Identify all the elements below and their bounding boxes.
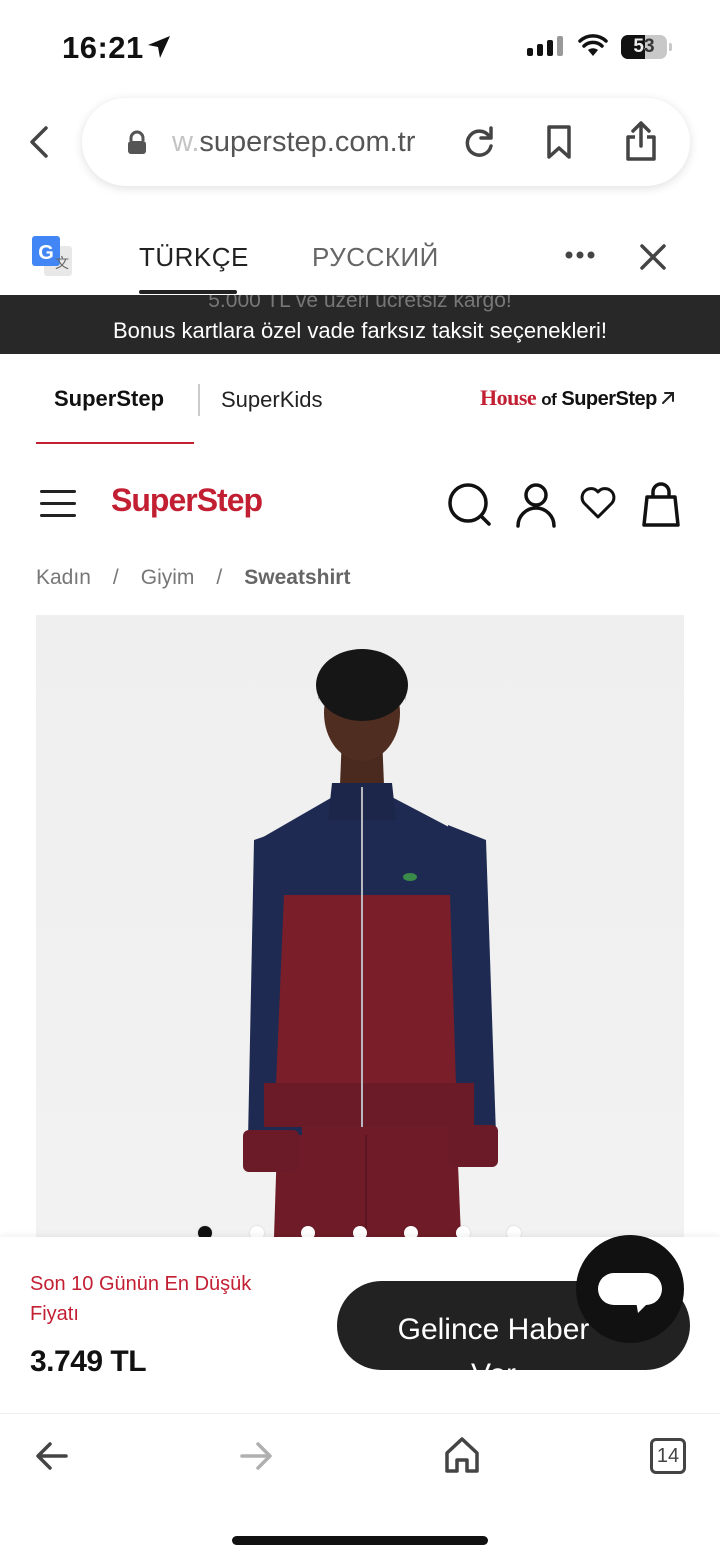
svg-text:文: 文 — [55, 256, 69, 272]
account-icon[interactable] — [516, 482, 556, 528]
wishlist-heart-icon[interactable] — [580, 486, 616, 520]
home-icon[interactable] — [444, 1436, 480, 1474]
tab-switcher-button[interactable]: 14 — [650, 1438, 686, 1474]
reload-icon[interactable] — [462, 124, 496, 160]
brand-divider — [198, 384, 200, 416]
address-bar[interactable]: w.superstep.com.tr — [82, 98, 690, 186]
browser-toolbar: 14 — [0, 1413, 720, 1558]
superstep-logo[interactable]: SuperStep — [111, 482, 263, 519]
wifi-icon — [578, 34, 608, 56]
house-of-superstep-link[interactable]: House of SuperStep — [480, 385, 657, 411]
shopping-bag-icon[interactable] — [641, 482, 681, 528]
site-header: SuperStep — [0, 470, 720, 540]
tab-turkish[interactable]: TÜRKÇE — [139, 242, 249, 273]
back-chevron-icon[interactable] — [24, 122, 56, 162]
active-language-indicator — [139, 290, 237, 294]
status-bar: 16:21 53 — [0, 0, 720, 92]
translate-bar: G 文 TÜRKÇE РУССКИЙ — [0, 222, 720, 295]
tab-superstep[interactable]: SuperStep — [54, 386, 164, 412]
svg-text:G: G — [38, 242, 54, 264]
product-price: 3.749 TL — [30, 1345, 147, 1378]
lock-icon — [128, 130, 146, 154]
breadcrumb-item-sweatshirt: Sweatshirt — [244, 566, 351, 589]
battery-icon: 53 — [621, 35, 673, 59]
search-icon[interactable] — [447, 482, 493, 528]
back-arrow-icon[interactable] — [34, 1438, 70, 1474]
tab-superkids[interactable]: SuperKids — [221, 387, 323, 413]
bookmark-icon[interactable] — [544, 124, 574, 160]
lowest-price-label: Son 10 Günün En Düşük Fiyatı — [30, 1273, 252, 1325]
more-options-icon[interactable] — [564, 250, 596, 260]
cellular-signal-icon — [527, 36, 563, 56]
close-icon[interactable] — [638, 242, 668, 272]
location-arrow-icon — [148, 36, 170, 58]
status-time: 16:21 — [62, 30, 144, 65]
breadcrumb-item-giyim[interactable]: Giyim — [141, 566, 195, 589]
promo-banner: 5.000 TL ve üzeri ücretsiz kargo! Bonus … — [0, 295, 720, 354]
brand-tabs: SuperStep SuperKids House of SuperStep — [0, 354, 720, 446]
jacket-model-illustration — [243, 649, 498, 1237]
chat-button[interactable] — [576, 1235, 684, 1343]
promo-text-previous: 5.000 TL ve üzeri ücretsiz kargo! — [208, 295, 512, 312]
home-indicator — [232, 1536, 488, 1545]
product-image[interactable] — [36, 615, 684, 1237]
external-arrow-icon — [662, 392, 674, 404]
share-icon[interactable] — [624, 120, 658, 162]
battery-level: 53 — [633, 36, 655, 57]
browser-url-area: w.superstep.com.tr — [0, 92, 720, 192]
forward-arrow-icon[interactable] — [238, 1438, 274, 1474]
google-translate-icon: G 文 — [32, 236, 72, 276]
breadcrumb-item-kadin[interactable]: Kadın — [36, 566, 91, 589]
menu-icon[interactable] — [40, 490, 76, 518]
breadcrumb: Kadın / Giyim / Sweatshirt — [36, 566, 351, 589]
tab-russian[interactable]: РУССКИЙ — [312, 242, 439, 273]
url-text[interactable]: w.superstep.com.tr — [172, 126, 434, 159]
active-brand-indicator — [36, 442, 194, 444]
chat-icon — [598, 1273, 662, 1313]
promo-text: Bonus kartlara özel vade farksız taksit … — [112, 318, 607, 343]
